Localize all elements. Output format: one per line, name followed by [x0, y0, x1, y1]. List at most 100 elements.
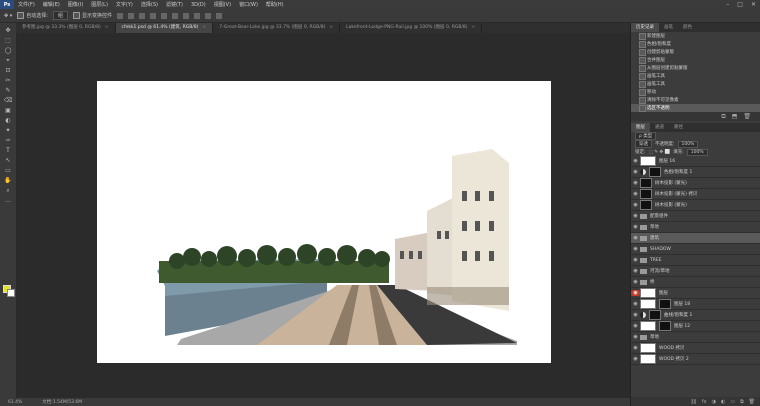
distribute-bottom-icon[interactable] — [205, 12, 212, 19]
layer-row[interactable]: ◉ WOOD 拷贝 2 — [631, 354, 760, 365]
tab-great-bear-lake[interactable]: 7-Great-Bear-Lake.jpg @ 33.7% (图层 0, RGB… — [213, 23, 341, 33]
path-select-tool-icon[interactable]: ↖ — [4, 157, 12, 164]
layer-row[interactable]: ◉ 树木投影 (蒙光) 拷贝 — [631, 189, 760, 200]
maximize-icon[interactable]: □ — [737, 1, 743, 8]
distribute-middle-icon[interactable] — [194, 12, 201, 19]
crop-tool-icon[interactable]: ⊡ — [4, 67, 12, 74]
move-tool-icon[interactable]: ✥ — [4, 27, 12, 34]
visibility-eye-icon[interactable]: ◉ — [631, 213, 640, 219]
layer-group-row[interactable]: ◉ 桥 — [631, 277, 760, 288]
history-item[interactable]: 创建剪贴蒙版 — [631, 48, 760, 56]
gradient-tool-icon[interactable]: ▣ — [4, 107, 12, 114]
menu-filter[interactable]: 滤镜(T) — [162, 1, 187, 8]
layer-group-row[interactable]: ◉ 配景组件 — [631, 211, 760, 222]
visibility-eye-icon[interactable]: ◉ — [631, 312, 640, 318]
visibility-eye-icon[interactable]: ◉ — [631, 290, 640, 296]
dodge-tool-icon[interactable]: ◐ — [4, 117, 12, 124]
adjustment-layer-icon[interactable]: ◐ — [721, 399, 725, 405]
history-item[interactable]: 从图层创建剪贴蒙版 — [631, 64, 760, 72]
layer-kind-filter[interactable]: ρ 类型 — [635, 132, 657, 140]
new-snapshot-icon[interactable]: ⬒ — [732, 113, 738, 120]
layer-row[interactable]: ◉ WOOD 拷贝 — [631, 343, 760, 354]
new-document-from-state-icon[interactable]: ⧉ — [721, 113, 725, 121]
menu-type[interactable]: 文字(Y) — [112, 1, 137, 8]
new-layer-icon[interactable]: ⧉ — [740, 399, 744, 405]
menu-image[interactable]: 图像(I) — [64, 1, 87, 8]
pen-tool-icon[interactable]: ✑ — [4, 137, 12, 144]
layer-group-row-selected[interactable]: ◉ 建筑 — [631, 233, 760, 244]
slice-tool-icon[interactable]: ✂ — [4, 77, 12, 84]
layer-row[interactable]: ◉ 树木投影 (蒙光) — [631, 200, 760, 211]
layer-group-row[interactable]: ◉ 河流/草地 — [631, 266, 760, 277]
zoom-level[interactable]: 61.4% — [8, 400, 22, 405]
brush-tool-icon[interactable]: ✎ — [4, 87, 12, 94]
menu-layer[interactable]: 图层(L) — [87, 1, 112, 8]
history-item[interactable]: 新建图层 — [631, 32, 760, 40]
tab-channels[interactable]: 通道 — [650, 123, 669, 132]
type-tool-icon[interactable]: T — [4, 147, 12, 154]
visibility-eye-icon[interactable]: ◉ — [631, 169, 640, 175]
layer-row[interactable]: ◉ 图层 — [631, 288, 760, 299]
tab-paths[interactable]: 路径 — [669, 123, 688, 132]
layer-row[interactable]: ◉ 图层 18 — [631, 299, 760, 310]
eraser-tool-icon[interactable]: ⌫ — [4, 97, 12, 104]
tab-reference[interactable]: 参考图.jpg @ 33.3% (图层 0, RGB/8) × — [16, 23, 116, 33]
fill-input[interactable]: 100% — [686, 148, 708, 156]
layer-row[interactable]: ◉ 曲线/饱和度 1 — [631, 310, 760, 321]
close-icon[interactable]: ✕ — [751, 1, 756, 8]
history-item[interactable]: 色相/饱和度 — [631, 40, 760, 48]
show-transform-checkbox[interactable]: 显示变换控件 — [73, 12, 112, 19]
visibility-eye-icon[interactable]: ◉ — [631, 180, 640, 186]
auto-select-checkbox[interactable]: 自动选择: — [17, 12, 48, 19]
visibility-eye-icon[interactable]: ◉ — [631, 268, 640, 274]
menu-edit[interactable]: 编辑(E) — [39, 1, 64, 8]
tab-brush[interactable]: 画笔 — [659, 23, 678, 32]
menu-file[interactable]: 文件(F) — [14, 1, 39, 8]
tab-cfekk1[interactable]: cfekk1.psd @ 61.4% (建筑, RGB/8) × — [115, 23, 214, 33]
shape-tool-icon[interactable]: ▭ — [4, 167, 12, 174]
align-right-icon[interactable] — [172, 12, 179, 19]
distribute-top-icon[interactable] — [183, 12, 190, 19]
close-tab-icon[interactable]: × — [202, 25, 206, 30]
align-top-icon[interactable] — [117, 12, 124, 19]
visibility-eye-icon[interactable]: ◉ — [631, 246, 640, 252]
visibility-eye-icon[interactable]: ◉ — [631, 191, 640, 197]
new-group-icon[interactable]: ▭ — [730, 399, 735, 405]
layer-row[interactable]: ◉ 树木投影 (蒙光) — [631, 178, 760, 189]
tab-lakefront-lodge[interactable]: Lakefront-Lodge-PNG-Rail.jpg @ 100% (图层 … — [340, 23, 483, 33]
history-item[interactable]: 移动 — [631, 88, 760, 96]
quick-select-tool-icon[interactable]: ⌖ — [4, 57, 12, 64]
menu-select[interactable]: 选择(S) — [137, 1, 162, 8]
background-color-swatch[interactable] — [7, 289, 15, 297]
tab-history[interactable]: 历史记录 — [631, 23, 659, 32]
menu-view[interactable]: 视图(V) — [210, 1, 235, 8]
delete-layer-icon[interactable]: 🗑 — [749, 399, 755, 405]
layer-row[interactable]: ◉ 图层 12 — [631, 321, 760, 332]
layer-group-row[interactable]: ◉ 草地 — [631, 332, 760, 343]
3d-mode-icon[interactable] — [216, 12, 223, 19]
align-bottom-icon[interactable] — [139, 12, 146, 19]
visibility-eye-icon[interactable]: ◉ — [631, 235, 640, 241]
minimize-icon[interactable]: – — [726, 1, 729, 8]
add-mask-icon[interactable]: ◑ — [712, 399, 716, 405]
visibility-eye-icon[interactable]: ◉ — [631, 301, 640, 307]
close-tab-icon[interactable]: × — [472, 25, 476, 30]
align-left-icon[interactable] — [150, 12, 157, 19]
document-canvas[interactable] — [97, 81, 551, 363]
delete-state-icon[interactable]: 🗑 — [743, 113, 751, 120]
layer-group-row[interactable]: ◉ SHADOW — [631, 244, 760, 255]
link-layers-icon[interactable]: ⛓ — [690, 399, 696, 405]
tab-color[interactable]: 颜色 — [678, 23, 697, 32]
lasso-tool-icon[interactable]: ◯ — [4, 47, 12, 54]
history-item[interactable]: 画笔工具 — [631, 72, 760, 80]
history-item[interactable]: 清除不可见像素 — [631, 96, 760, 104]
visibility-eye-icon[interactable]: ◉ — [631, 202, 640, 208]
align-middle-icon[interactable] — [128, 12, 135, 19]
align-center-icon[interactable] — [161, 12, 168, 19]
visibility-eye-icon[interactable]: ◉ — [631, 224, 640, 230]
zoom-tool-icon[interactable]: ⌕ — [4, 187, 12, 194]
history-item-current[interactable]: 选区不透明 — [631, 104, 760, 112]
hand-tool-icon[interactable]: ✋ — [4, 177, 12, 184]
menu-window[interactable]: 窗口(W) — [235, 1, 262, 8]
visibility-eye-icon[interactable]: ◉ — [631, 345, 640, 351]
